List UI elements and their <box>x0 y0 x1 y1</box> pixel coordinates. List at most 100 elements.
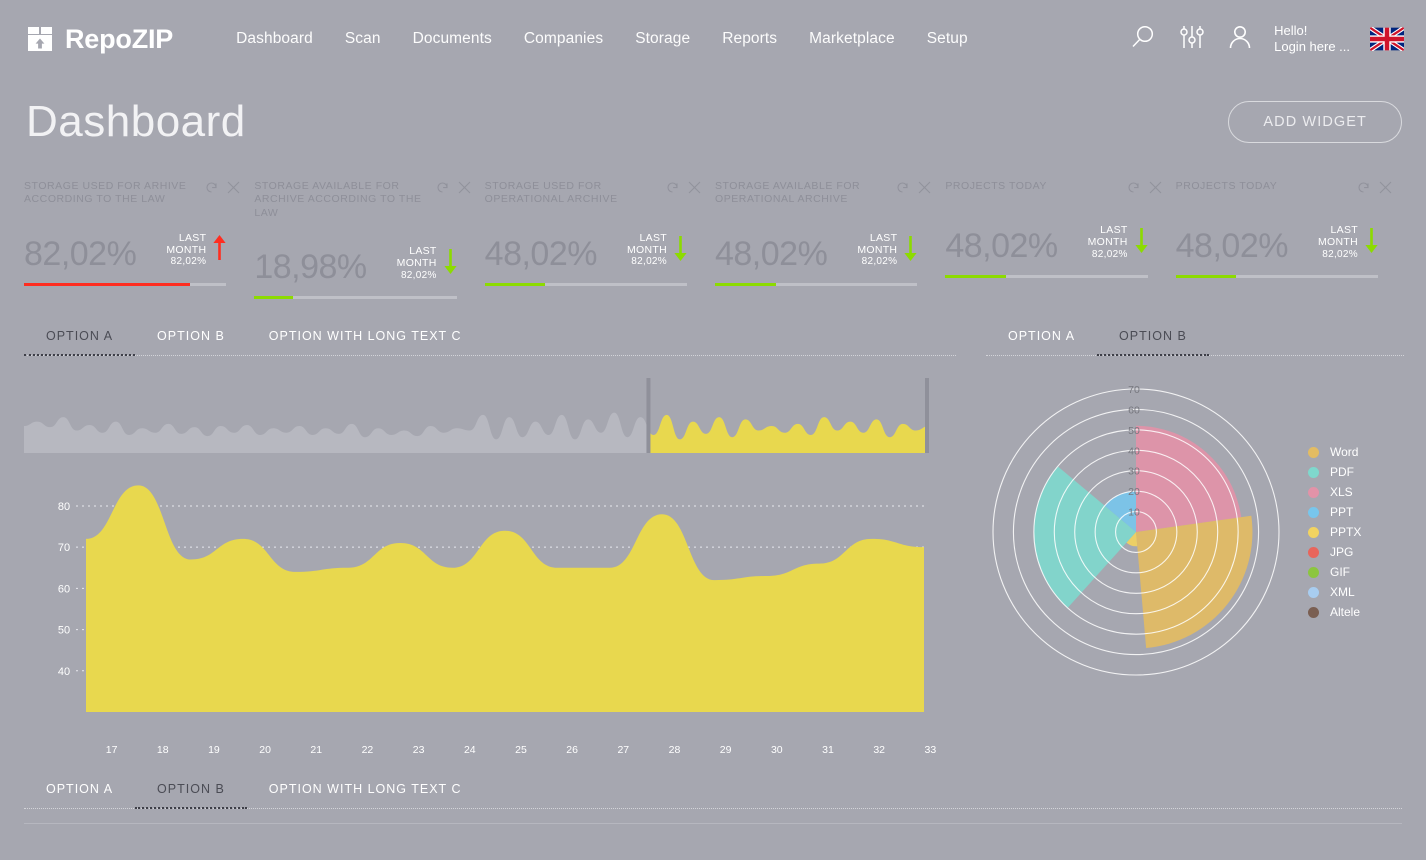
kpi-progress-track <box>945 274 1148 278</box>
svg-text:70: 70 <box>1128 384 1140 396</box>
kpi-card-title: STORAGE USED FOR ARHIVE ACCORDING TO THE… <box>24 180 187 206</box>
kpi-value: 18,98% <box>254 248 367 286</box>
kpi-meta-line1: LAST <box>178 231 207 244</box>
nav-item-scan[interactable]: Scan <box>345 30 381 48</box>
x-tick-25: 25 <box>515 744 527 756</box>
svg-text:40: 40 <box>58 666 70 678</box>
refresh-icon[interactable] <box>1357 181 1370 199</box>
close-icon[interactable] <box>918 181 931 199</box>
nav-item-marketplace[interactable]: Marketplace <box>809 30 895 48</box>
close-icon[interactable] <box>1379 181 1392 199</box>
bottom-tab-1[interactable]: OPTION A <box>24 782 135 808</box>
kpi-comparison: LAST MONTH 82,02% <box>626 232 687 271</box>
kpi-progress-track <box>484 282 687 286</box>
sliders-icon[interactable] <box>1178 23 1206 56</box>
kpi-comparison-text: LAST MONTH 82,02% <box>626 232 667 268</box>
kpi-meta-line2: MONTH <box>626 243 667 256</box>
right-tab-2[interactable]: OPTION B <box>1097 329 1209 355</box>
legend-item[interactable]: XLS <box>1308 482 1361 502</box>
legend-item[interactable]: PPT <box>1308 502 1361 522</box>
kpi-card-title: PROJECTS TODAY <box>1175 180 1278 192</box>
legend-label: PDF <box>1330 465 1354 479</box>
kpi-progress-fill <box>484 282 546 286</box>
nav-item-setup[interactable]: Setup <box>927 30 968 48</box>
left-tabs: OPTION A OPTION B OPTION WITH LONG TEXT C <box>24 329 956 356</box>
kpi-value: 82,02% <box>24 234 137 273</box>
legend-item[interactable]: PPTX <box>1308 522 1361 542</box>
add-widget-button[interactable]: ADD WIDGET <box>1228 101 1402 143</box>
nav-item-documents[interactable]: Documents <box>413 30 492 48</box>
account-greeting[interactable]: Hello! Login here ... <box>1274 23 1350 56</box>
left-tab-1[interactable]: OPTION A <box>24 329 135 355</box>
legend-item[interactable]: PDF <box>1308 462 1361 482</box>
nav-item-companies[interactable]: Companies <box>524 30 603 48</box>
kpi-progress-track <box>1175 274 1378 278</box>
left-tab-2[interactable]: OPTION B <box>135 329 247 355</box>
refresh-icon[interactable] <box>666 181 679 199</box>
svg-text:70: 70 <box>58 542 70 554</box>
bottom-tab-3[interactable]: OPTION WITH LONG TEXT C <box>247 782 484 808</box>
refresh-icon[interactable] <box>896 181 909 199</box>
trend-arrow-icon <box>1365 227 1378 258</box>
kpi-card-body: 48,02% LAST MONTH 82,02% <box>1176 224 1392 263</box>
refresh-icon[interactable] <box>205 181 218 199</box>
kpi-progress-fill <box>254 296 293 299</box>
legend-label: XLS <box>1330 485 1353 499</box>
top-right-actions: Hello! Login here ... <box>1128 0 1404 78</box>
kpi-meta-value: 82,02% <box>1322 248 1358 260</box>
right-tab-1[interactable]: OPTION A <box>986 329 1097 355</box>
kpi-comparison-text: LAST MONTH 82,02% <box>397 246 437 281</box>
x-tick-32: 32 <box>873 744 885 756</box>
login-link[interactable]: Login here ... <box>1274 39 1350 55</box>
kpi-card: STORAGE AVAILABLE FOR OPERATIONAL ARCHIV… <box>714 180 945 299</box>
polar-rose-chart[interactable]: 10 20 30 40 50 60 70 <box>986 382 1286 682</box>
legend-color-swatch <box>1308 486 1319 498</box>
kpi-progress-fill <box>714 282 776 286</box>
uk-flag-icon[interactable] <box>1370 27 1404 51</box>
kpi-progress-track <box>254 296 457 299</box>
bottom-tab-2[interactable]: OPTION B <box>135 782 247 808</box>
greeting-text: Hello! <box>1274 22 1308 38</box>
search-icon[interactable] <box>1128 22 1158 57</box>
kpi-card-actions <box>1357 180 1392 199</box>
kpi-card-actions <box>1127 180 1162 199</box>
right-tabs: OPTION A OPTION B <box>986 329 1404 356</box>
refresh-icon[interactable] <box>1127 181 1140 199</box>
range-brush-overview[interactable] <box>24 378 956 453</box>
close-icon[interactable] <box>458 181 471 199</box>
kpi-card-title: STORAGE AVAILABLE FOR ARCHIVE ACCORDING … <box>254 180 422 219</box>
kpi-meta-line2: MONTH <box>857 243 898 256</box>
kpi-progress-fill <box>945 274 1006 278</box>
kpi-comparison-text: LAST MONTH 82,02% <box>166 231 207 268</box>
kpi-value: 48,02% <box>714 234 828 273</box>
main-area-chart: 40 50 60 70 80 17 18 19 20 21 22 23 24 25 26 27 28 29 30 3… <box>24 465 956 756</box>
nav-item-reports[interactable]: Reports <box>722 30 777 48</box>
kpi-card-title: STORAGE AVAILABLE FOR OPERATIONAL ARCHIV… <box>714 180 861 206</box>
legend-item[interactable]: JPG <box>1308 542 1361 562</box>
nav-item-storage[interactable]: Storage <box>635 30 690 48</box>
svg-text:60: 60 <box>1128 404 1140 416</box>
kpi-card-body: 48,02% LAST MONTH 82,02% <box>945 224 1161 263</box>
legend-item[interactable]: XML <box>1308 582 1361 602</box>
legend-item[interactable]: Altele <box>1308 602 1361 622</box>
close-icon[interactable] <box>688 181 701 199</box>
kpi-meta-line2: MONTH <box>1087 235 1128 248</box>
user-icon[interactable] <box>1226 23 1254 56</box>
top-navigation-bar: RepoZIP Dashboard Scan Documents Compani… <box>0 0 1426 78</box>
chart-legend: Word PDF XLS PPT PPTX JPG GIF XML Altele <box>1308 442 1361 622</box>
kpi-card-header: STORAGE USED FOR ARHIVE ACCORDING TO THE… <box>24 180 240 207</box>
legend-item[interactable]: Word <box>1308 442 1361 462</box>
x-tick-24: 24 <box>463 744 476 756</box>
kpi-progress-track <box>24 282 227 286</box>
kpi-meta-line2: MONTH <box>1317 235 1358 248</box>
refresh-icon[interactable] <box>436 181 449 199</box>
svg-text:80: 80 <box>58 501 70 513</box>
brand-logo[interactable]: RepoZIP <box>26 24 173 55</box>
close-icon[interactable] <box>227 181 240 199</box>
legend-color-swatch <box>1308 526 1319 538</box>
close-icon[interactable] <box>1149 181 1162 199</box>
legend-item[interactable]: GIF <box>1308 562 1361 582</box>
brand-name: RepoZIP <box>65 23 174 54</box>
nav-item-dashboard[interactable]: Dashboard <box>236 30 313 48</box>
left-tab-3[interactable]: OPTION WITH LONG TEXT C <box>247 329 484 355</box>
